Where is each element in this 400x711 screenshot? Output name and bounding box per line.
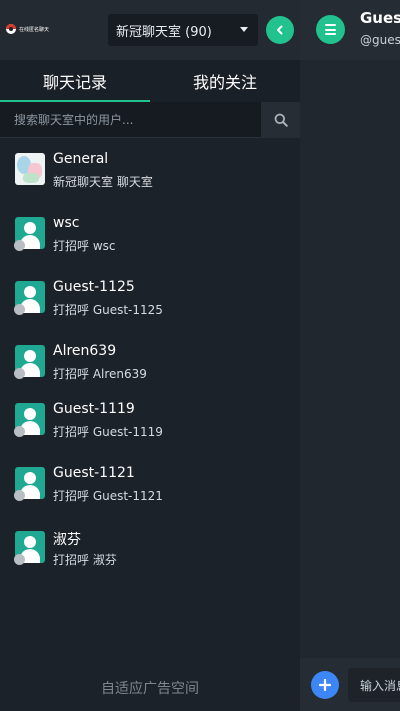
add-attachment-button[interactable] [311,671,339,699]
user-subtitle: 打招呼 Guest-1119 [53,425,163,439]
room-select[interactable]: 新冠聊天室 (90) [108,14,258,46]
status-dot [14,240,25,251]
list-item[interactable]: 淑芬 打招呼 淑芬 [0,516,300,580]
status-dot [14,426,25,437]
user-name: Guest-1119 [53,401,135,417]
room-select-value: 新冠聊天室 (90) [116,24,212,40]
sidebar: 在线匿名聊天 新冠聊天室 (90) 聊天记录 我的关注 G [0,0,300,711]
tab-following[interactable]: 我的关注 [150,60,300,102]
user-name: wsc [53,215,80,231]
status-dot [14,368,25,379]
tab-chat-history[interactable]: 聊天记录 [0,60,150,102]
logo-icon [6,24,16,34]
logo-text: 在线匿名聊天 [19,26,50,33]
status-dot [14,554,25,565]
user-subtitle: 打招呼 wsc [53,239,116,253]
list-item[interactable]: Guest-1121 打招呼 Guest-1121 [0,452,300,516]
list-item[interactable]: wsc 打招呼 wsc [0,202,300,266]
search-input[interactable] [0,102,261,138]
user-name: General [53,151,109,167]
user-subtitle: 打招呼 淑芬 [53,553,117,567]
user-search [0,102,300,138]
sidebar-header: 在线匿名聊天 新冠聊天室 (90) [0,0,300,60]
status-dot [14,490,25,501]
chat-panel: Guest- @guest 输入消息 [300,0,400,711]
user-list: General 新冠聊天室 聊天室 wsc 打招呼 wsc Guest-1125… [0,138,300,584]
user-name: Alren639 [53,343,117,359]
collapse-sidebar-button[interactable] [266,16,294,44]
user-name: 淑芬 [53,532,81,548]
list-item[interactable]: General 新冠聊天室 聊天室 [0,138,300,202]
user-subtitle: 打招呼 Guest-1125 [53,303,163,317]
user-name: Guest-1125 [53,279,135,295]
app-logo[interactable]: 在线匿名聊天 [6,24,49,34]
status-dot [14,304,25,315]
ad-placeholder: 自适应广告空间 [101,681,199,697]
user-subtitle: 打招呼 Guest-1121 [53,489,163,503]
user-name: Guest-1121 [53,465,135,481]
user-subtitle: 打招呼 Alren639 [53,367,147,381]
list-item[interactable]: Alren639 打招呼 Alren639 [0,330,300,394]
list-item[interactable]: Guest-1119 打招呼 Guest-1119 [0,388,300,450]
chat-title: Guest- [360,9,400,27]
chevron-left-icon [277,25,283,35]
search-icon [274,113,288,127]
hamburger-menu-icon [325,24,336,26]
list-item[interactable]: Guest-1125 打招呼 Guest-1125 [0,266,300,330]
user-subtitle: 新冠聊天室 聊天室 [53,175,153,189]
room-avatar [15,153,45,185]
plus-icon [319,679,331,691]
menu-button[interactable] [316,15,345,44]
composer: 输入消息 [300,658,400,711]
sidebar-tabs: 聊天记录 我的关注 [0,60,300,102]
search-button[interactable] [261,102,300,138]
chat-header: Guest- @guest [300,0,400,60]
message-area[interactable] [300,60,400,658]
message-input[interactable]: 输入消息 [348,668,400,702]
caret-down-icon [240,27,248,32]
chat-handle: @guest [360,33,400,47]
